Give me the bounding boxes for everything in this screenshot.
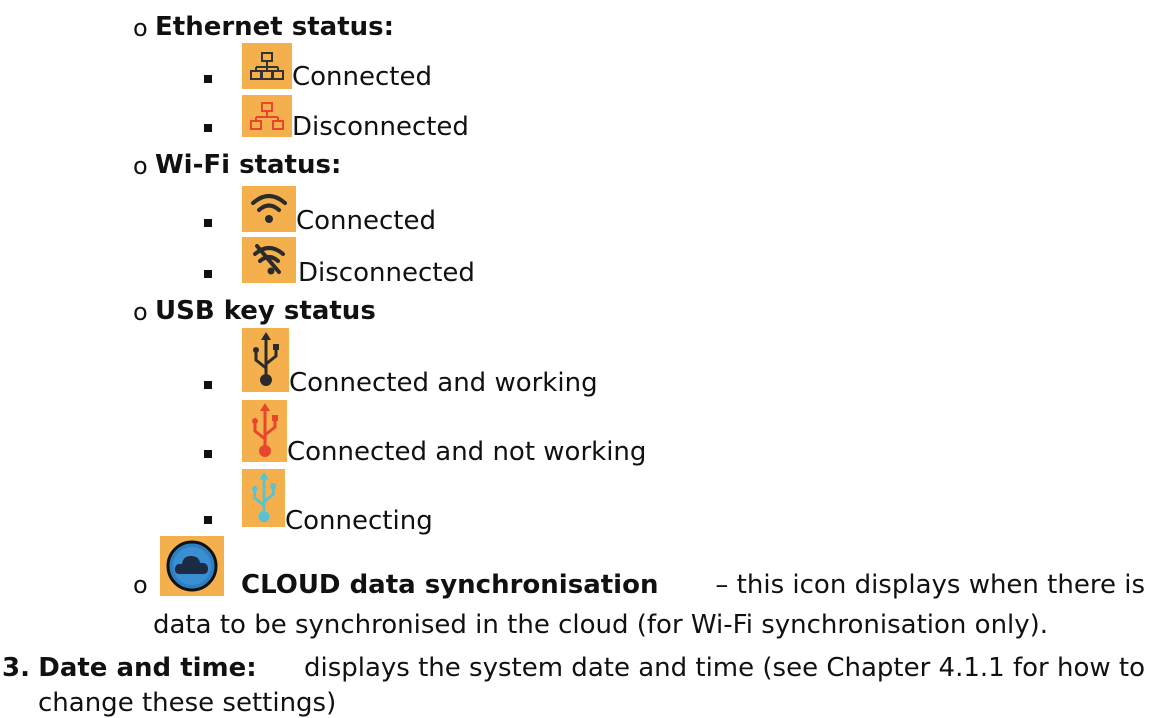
cloud-sync-icon	[160, 536, 224, 596]
sub-bullet: o	[133, 14, 148, 42]
cloud-description-2: data to be synchronised in the cloud (fo…	[153, 610, 1049, 640]
wifi-connected-label: Connected	[296, 206, 437, 236]
usb-heading: USB key status	[155, 296, 376, 326]
datetime-number: 3.	[2, 653, 30, 683]
sub-bullet: o	[133, 571, 148, 599]
datetime-description-2: change these settings)	[38, 688, 337, 718]
usb-connecting-label: Connecting	[285, 506, 433, 536]
datetime-description-1: displays the system date and time (see C…	[303, 653, 1145, 683]
square-bullet	[204, 219, 212, 227]
cloud-description-1: – this icon displays when there is	[715, 570, 1145, 600]
usb-not-working-label: Connected and not working	[287, 437, 647, 467]
usb-working-icon	[242, 328, 289, 392]
wifi-connected-icon	[242, 186, 296, 232]
square-bullet	[204, 75, 212, 83]
wifi-disconnected-label: Disconnected	[298, 258, 475, 288]
square-bullet	[204, 381, 212, 389]
ethernet-heading: Ethernet status:	[155, 12, 395, 42]
cloud-line-1: CLOUD data synchronisation – this icon d…	[241, 570, 1145, 600]
ethernet-disconnected-icon	[242, 95, 292, 137]
ethernet-connected-label: Connected	[292, 62, 433, 92]
sub-bullet: o	[133, 152, 148, 180]
wifi-heading: Wi-Fi status:	[155, 150, 342, 180]
wifi-disconnected-icon	[242, 237, 296, 283]
square-bullet	[204, 450, 212, 458]
square-bullet	[204, 270, 212, 278]
cloud-title: CLOUD data synchronisation	[241, 570, 659, 600]
usb-connecting-icon	[242, 469, 285, 527]
ethernet-disconnected-label: Disconnected	[292, 112, 469, 142]
square-bullet	[204, 516, 212, 524]
square-bullet	[204, 124, 212, 132]
sub-bullet: o	[133, 298, 148, 326]
datetime-title: Date and time:	[38, 653, 257, 683]
usb-working-label: Connected and working	[289, 368, 598, 398]
datetime-line-1: 3. Date and time: displays the system da…	[2, 653, 1145, 683]
ethernet-connected-icon	[242, 43, 292, 89]
usb-not-working-icon	[242, 400, 287, 462]
